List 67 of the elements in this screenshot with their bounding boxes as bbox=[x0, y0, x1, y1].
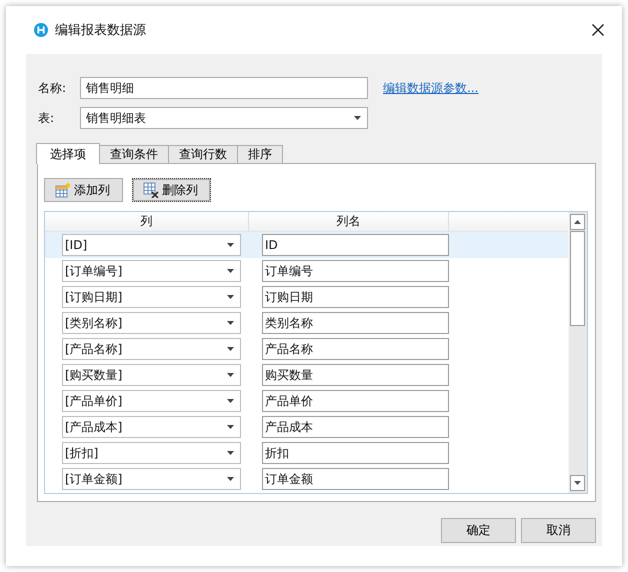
column-name-field[interactable]: 类别名称 bbox=[262, 312, 449, 334]
column-dropdown[interactable]: [产品单价] bbox=[62, 390, 241, 412]
column-name-field[interactable]: 折扣 bbox=[262, 442, 449, 464]
column-header: 列名 bbox=[249, 212, 449, 231]
caret-icon bbox=[227, 269, 234, 273]
column-name-field[interactable]: 产品单价 bbox=[262, 390, 449, 412]
column-dropdown[interactable]: [订单金额] bbox=[62, 468, 241, 490]
delete-column-button[interactable]: 删除列 bbox=[132, 178, 211, 202]
up-arrow-icon bbox=[574, 220, 581, 224]
add-column-icon bbox=[55, 182, 71, 198]
caret-icon bbox=[227, 321, 234, 325]
caret-icon bbox=[227, 477, 234, 481]
edit-parameters-link[interactable]: 编辑数据源参数... bbox=[383, 80, 478, 96]
table-dropdown[interactable]: 销售明细表 bbox=[80, 107, 368, 129]
delete-column-icon bbox=[143, 182, 159, 198]
name-field[interactable]: 销售明细 bbox=[80, 77, 368, 99]
column-dropdown[interactable]: [订购日期] bbox=[62, 286, 241, 308]
grid-row[interactable]: [购买数量] 购买数量 bbox=[45, 362, 569, 388]
column-name-field[interactable]: 订购日期 bbox=[262, 286, 449, 308]
column-name-field[interactable]: ID bbox=[262, 234, 449, 256]
grid-row[interactable]: [订购日期] 订购日期 bbox=[45, 284, 569, 310]
tab[interactable]: 排序 bbox=[237, 145, 283, 163]
down-arrow-icon bbox=[574, 481, 581, 485]
column-dropdown[interactable]: [ID] bbox=[62, 234, 241, 256]
tab[interactable]: 选择项 bbox=[36, 143, 100, 164]
close-icon bbox=[592, 24, 604, 36]
scroll-down-button[interactable] bbox=[570, 475, 585, 491]
table-label: 表: bbox=[38, 110, 56, 126]
grid-row[interactable]: [订单金额] 订单金额 bbox=[45, 466, 569, 492]
caret-icon bbox=[227, 295, 234, 299]
column-header: 列 bbox=[45, 212, 249, 231]
dialog-button[interactable]: 确定 bbox=[441, 518, 516, 543]
column-name-field[interactable]: 订单金额 bbox=[262, 468, 449, 490]
tab[interactable]: 查询条件 bbox=[99, 145, 169, 163]
window-title: 编辑报表数据源 bbox=[55, 22, 147, 39]
caret-icon bbox=[227, 399, 234, 403]
column-dropdown[interactable]: [产品名称] bbox=[62, 338, 241, 360]
column-name-field[interactable]: 订单编号 bbox=[262, 260, 449, 282]
column-name-field[interactable]: 产品名称 bbox=[262, 338, 449, 360]
grid-row[interactable]: [产品单价] 产品单价 bbox=[45, 388, 569, 414]
column-dropdown[interactable]: [购买数量] bbox=[62, 364, 241, 386]
tab[interactable]: 查询行数 bbox=[168, 145, 238, 163]
grid-row[interactable]: [产品成本] 产品成本 bbox=[45, 414, 569, 440]
caret-icon bbox=[227, 425, 234, 429]
column-dropdown[interactable]: [类别名称] bbox=[62, 312, 241, 334]
column-dropdown[interactable]: [产品成本] bbox=[62, 416, 241, 438]
grid-row[interactable]: [类别名称] 类别名称 bbox=[45, 310, 569, 336]
caret-icon bbox=[227, 373, 234, 377]
column-dropdown[interactable]: [折扣] bbox=[62, 442, 241, 464]
column-name-field[interactable]: 产品成本 bbox=[262, 416, 449, 438]
grid-row[interactable]: [订单编号] 订单编号 bbox=[45, 258, 569, 284]
name-label: 名称: bbox=[38, 80, 68, 96]
scrollbar[interactable] bbox=[568, 212, 587, 493]
add-column-button[interactable]: 添加列 bbox=[44, 178, 123, 202]
app-logo-icon bbox=[34, 23, 48, 37]
grid-row[interactable]: [折扣] 折扣 bbox=[45, 440, 569, 466]
scroll-thumb[interactable] bbox=[570, 231, 585, 326]
caret-icon bbox=[227, 347, 234, 351]
grid-row[interactable]: [产品名称] 产品名称 bbox=[45, 336, 569, 362]
caret-icon bbox=[227, 243, 234, 247]
caret-icon bbox=[227, 451, 234, 455]
column-name-field[interactable]: 购买数量 bbox=[262, 364, 449, 386]
grid-row[interactable]: [ID] ID bbox=[45, 232, 569, 258]
scroll-up-button[interactable] bbox=[570, 214, 585, 230]
caret-icon bbox=[354, 116, 361, 120]
column-dropdown[interactable]: [订单编号] bbox=[62, 260, 241, 282]
dialog-button[interactable]: 取消 bbox=[521, 518, 596, 543]
